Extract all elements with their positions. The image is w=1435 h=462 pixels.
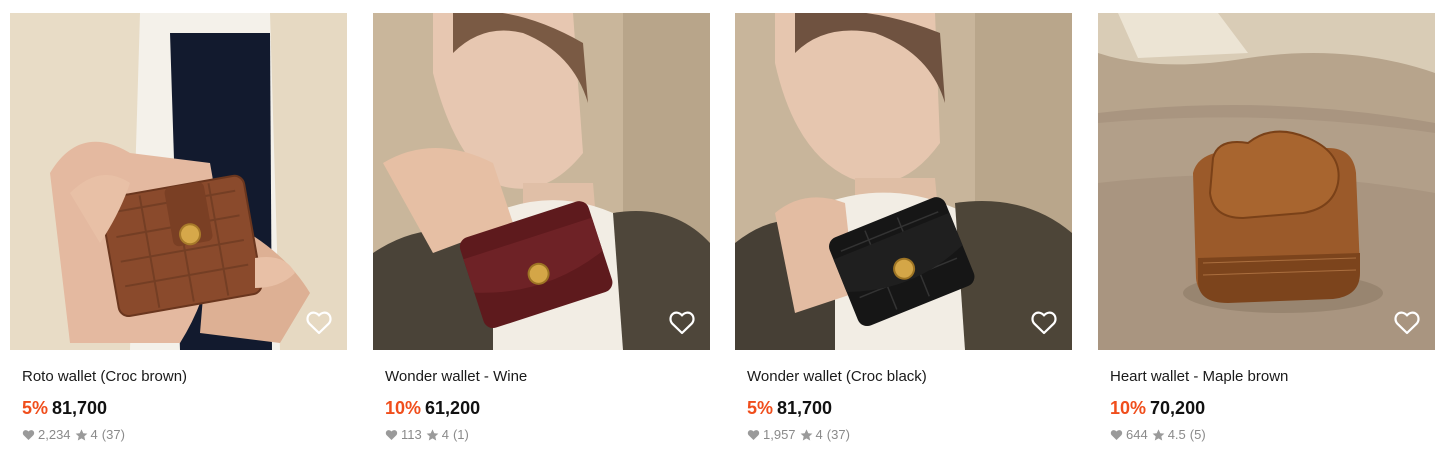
product-photo: [735, 13, 1072, 350]
wishlist-button[interactable]: [668, 310, 696, 336]
heart-outline-icon: [1031, 311, 1057, 335]
product-photo: [10, 13, 347, 350]
product-stats: 2,234 4 (37): [22, 427, 335, 443]
discount-rate: 5%: [747, 398, 774, 418]
heart-outline-icon: [669, 311, 695, 335]
price-row: 5% 81,700: [747, 398, 1060, 418]
star-icon: [75, 429, 88, 441]
sale-price: 70,200: [1150, 398, 1206, 418]
rating-value: 4.5: [1167, 427, 1186, 442]
sale-price: 81,700: [52, 398, 108, 418]
rating-value: 4: [815, 427, 823, 442]
heart-icon: [22, 429, 35, 441]
product-name[interactable]: Wonder wallet (Croc black): [747, 368, 1060, 386]
product-image[interactable]: [735, 13, 1072, 350]
discount-rate: 5%: [22, 398, 49, 418]
star-icon: [800, 429, 813, 441]
product-card[interactable]: Wonder wallet (Croc black) 5% 81,700 1,95…: [735, 13, 1072, 443]
discount-rate: 10%: [385, 398, 422, 418]
price-row: 10% 70,200: [1110, 398, 1423, 418]
heart-outline-icon: [306, 311, 332, 335]
rating-value: 4: [441, 427, 449, 442]
discount-rate: 10%: [1110, 398, 1147, 418]
review-count: (37): [101, 427, 125, 442]
product-image[interactable]: [1098, 13, 1435, 350]
wishlist-button[interactable]: [305, 310, 333, 336]
product-card[interactable]: Heart wallet - Maple brown 10% 70,200 644…: [1098, 13, 1435, 443]
product-card[interactable]: Roto wallet (Croc brown) 5% 81,700 2,234 …: [10, 13, 347, 443]
sale-price: 61,200: [425, 398, 481, 418]
price-row: 5% 81,700: [22, 398, 335, 418]
product-stats: 1,957 4 (37): [747, 427, 1060, 443]
review-count: (5): [1189, 427, 1206, 442]
product-name[interactable]: Heart wallet - Maple brown: [1110, 368, 1423, 386]
product-image[interactable]: [10, 13, 347, 350]
heart-icon: [747, 429, 760, 441]
price-row: 10% 61,200: [385, 398, 698, 418]
wishlist-button[interactable]: [1030, 310, 1058, 336]
like-count: 2,234: [38, 427, 71, 442]
sale-price: 81,700: [777, 398, 833, 418]
product-name[interactable]: Roto wallet (Croc brown): [22, 368, 335, 386]
product-grid: Roto wallet (Croc brown) 5% 81,700 2,234 …: [0, 0, 1435, 462]
product-card[interactable]: Wonder wallet - Wine 10% 61,200 113 4 (1): [373, 13, 710, 443]
product-photo: [373, 13, 710, 350]
heart-icon: [1110, 429, 1123, 441]
star-icon: [426, 429, 439, 441]
wishlist-button[interactable]: [1393, 310, 1421, 336]
heart-icon: [385, 429, 398, 441]
product-stats: 113 4 (1): [385, 427, 698, 443]
heart-outline-icon: [1394, 311, 1420, 335]
star-icon: [1152, 429, 1165, 441]
product-stats: 644 4.5 (5): [1110, 427, 1423, 443]
product-name[interactable]: Wonder wallet - Wine: [385, 368, 698, 386]
review-count: (37): [826, 427, 850, 442]
rating-value: 4: [90, 427, 98, 442]
like-count: 1,957: [763, 427, 796, 442]
like-count: 113: [401, 427, 422, 442]
product-image[interactable]: [373, 13, 710, 350]
product-photo: [1098, 13, 1435, 350]
like-count: 644: [1126, 427, 1148, 442]
review-count: (1): [452, 427, 469, 442]
